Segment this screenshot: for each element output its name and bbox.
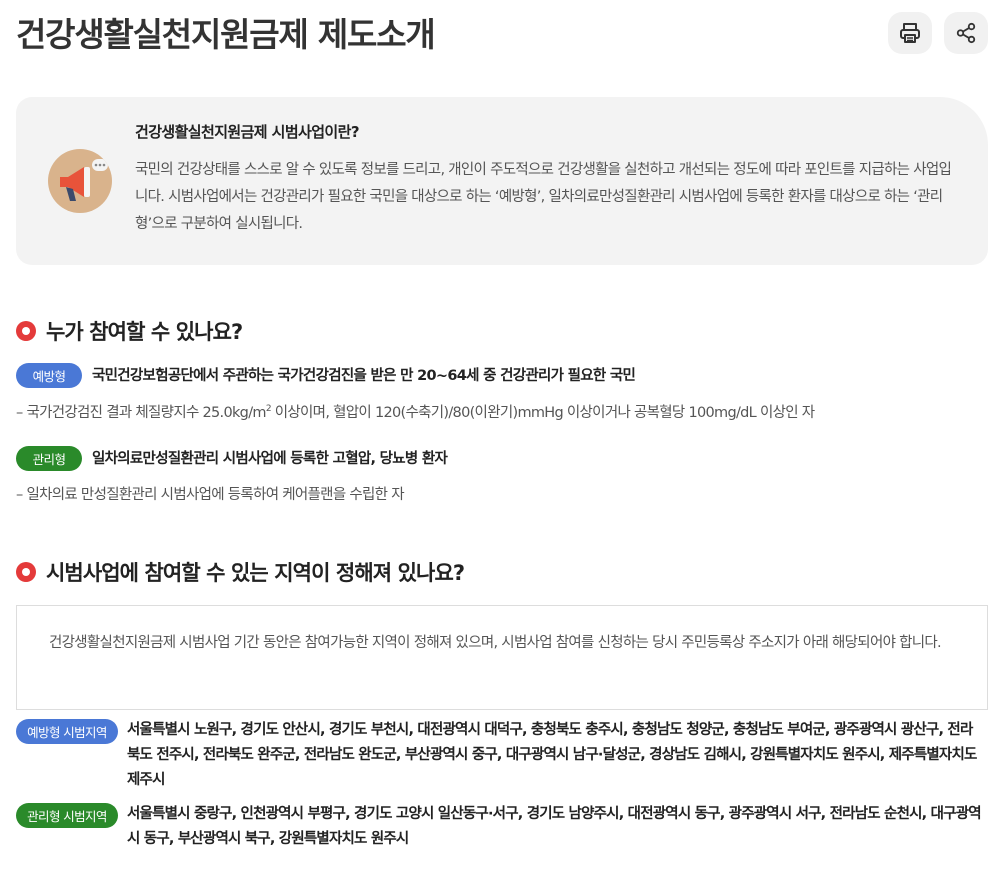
badge-prevention: 예방형 bbox=[16, 363, 82, 388]
heading-bullet-icon bbox=[16, 562, 36, 582]
badge-management-area: 관리형 시범지역 bbox=[16, 803, 118, 828]
heading-bullet-icon bbox=[16, 321, 36, 341]
prevention-area-list: 서울특별시 노원구, 경기도 안산시, 경기도 부천시, 대전광역시 대덕구, … bbox=[127, 722, 977, 788]
intro-title: 건강생활실천지원금제 시범사업이란? bbox=[135, 123, 360, 141]
management-title: 일차의료만성질환관리 시범사업에 등록한 고혈압, 당뇨병 환자 bbox=[92, 451, 448, 467]
region-notice-text: 건강생활실천지원금제 시범사업 기간 동안은 참여가능한 지역이 정해져 있으며… bbox=[49, 635, 942, 651]
management-desc: – 일차의료 만성질환관리 시범사업에 등록하여 케어플랜을 수립한 자 bbox=[16, 487, 405, 503]
region-notice-box: 건강생활실천지원금제 시범사업 기간 동안은 참여가능한 지역이 정해져 있으며… bbox=[16, 605, 988, 710]
prevention-desc: – 국가건강검진 결과 체질량지수 25.0kg/m2 이상이며, 혈압이 12… bbox=[16, 404, 815, 421]
share-button[interactable] bbox=[944, 12, 988, 54]
page-title: 건강생활실천지원금제 제도소개 bbox=[16, 15, 436, 54]
print-icon bbox=[900, 23, 920, 43]
section-heading-regions: 시범사업에 참여할 수 있는 지역이 정해져 있나요? bbox=[16, 557, 465, 587]
print-button[interactable] bbox=[888, 12, 932, 54]
section-heading-text: 누가 참여할 수 있나요? bbox=[46, 320, 243, 344]
intro-text: 국민의 건강상태를 스스로 알 수 있도록 정보를 드리고, 개인이 주도적으로… bbox=[135, 162, 952, 232]
badge-prevention-area: 예방형 시범지역 bbox=[16, 719, 118, 744]
section-heading-eligibility: 누가 참여할 수 있나요? bbox=[16, 316, 243, 346]
badge-management: 관리형 bbox=[16, 446, 82, 471]
section-heading-text: 시범사업에 참여할 수 있는 지역이 정해져 있나요? bbox=[46, 561, 465, 585]
megaphone-icon bbox=[48, 149, 112, 213]
prevention-title: 국민건강보험공단에서 주관하는 국가건강검진을 받은 만 20~64세 중 건강… bbox=[92, 368, 636, 384]
share-icon bbox=[956, 22, 976, 44]
intro-box: 건강생활실천지원금제 시범사업이란? 국민의 건강상태를 스스로 알 수 있도록… bbox=[16, 97, 988, 265]
management-area-list: 서울특별시 중랑구, 인천광역시 부평구, 경기도 고양시 일산동구·서구, 경… bbox=[127, 806, 982, 847]
